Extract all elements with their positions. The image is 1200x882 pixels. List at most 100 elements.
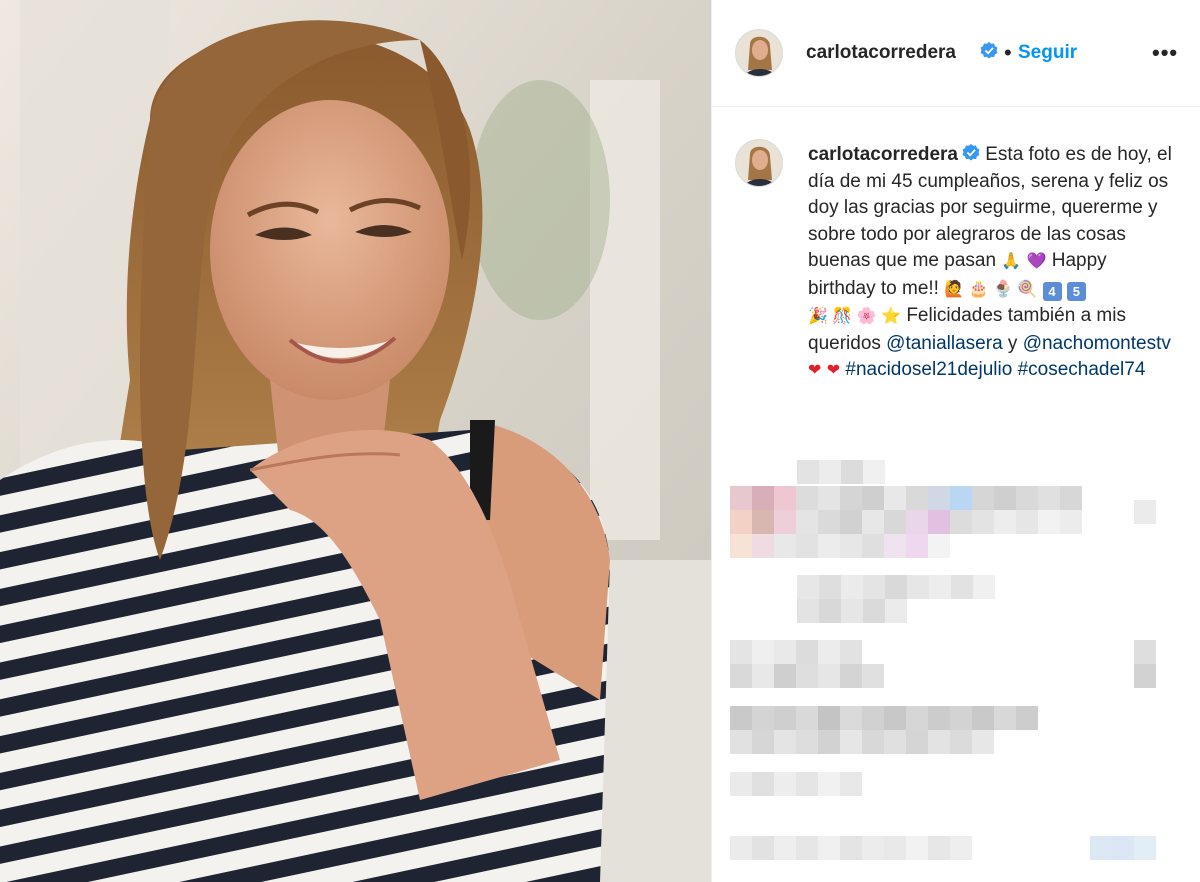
- hashtag-nacidosel21dejulio[interactable]: #nacidosel21dejulio: [845, 359, 1012, 380]
- pixel-block: [840, 706, 862, 730]
- post-photo[interactable]: [0, 0, 711, 882]
- post-header: carlotacorredera • Seguir •••: [712, 0, 1200, 107]
- pixel-block: [752, 640, 774, 664]
- pixel-block: [906, 836, 928, 860]
- pixel-block: [774, 664, 796, 688]
- pixel-block: [841, 460, 863, 484]
- pixel-block: [950, 486, 972, 510]
- pixel-block: [972, 706, 994, 730]
- pixel-block: [884, 836, 906, 860]
- pixel-block: [818, 664, 840, 688]
- pixel-block: [840, 486, 862, 510]
- pixel-block: [907, 575, 929, 599]
- pixel-block: [840, 664, 862, 688]
- mention-nachomontestv[interactable]: @nachomontestv: [1023, 333, 1171, 354]
- emoji-row: 🙋 🎂 🍨 🍭: [944, 280, 1038, 298]
- pixel-block: [972, 510, 994, 534]
- pixel-block: [774, 640, 796, 664]
- pixel-block: [796, 534, 818, 558]
- pixel-block: [862, 664, 884, 688]
- pixel-block: [796, 664, 818, 688]
- pixel-block: [752, 836, 774, 860]
- pixel-block: [862, 730, 884, 754]
- portrait-illustration: [0, 0, 711, 882]
- pixel-block: [884, 730, 906, 754]
- post-username[interactable]: carlotacorredera: [806, 42, 956, 64]
- pixel-block: [906, 534, 928, 558]
- follow-button[interactable]: Seguir: [1018, 42, 1077, 64]
- pixel-block: [797, 599, 819, 623]
- pixel-block: [752, 664, 774, 688]
- pixel-block: [840, 772, 862, 796]
- pixel-block: [950, 706, 972, 730]
- pixel-block: [973, 575, 995, 599]
- pixel-block: [885, 599, 907, 623]
- pixel-block: [774, 836, 796, 860]
- pixel-block: [1038, 510, 1060, 534]
- pixel-block: [1090, 836, 1112, 860]
- pixel-block: [862, 486, 884, 510]
- pixel-block: [928, 486, 950, 510]
- more-options-icon[interactable]: •••: [1152, 40, 1178, 66]
- pixel-block: [730, 640, 752, 664]
- pixel-block: [818, 486, 840, 510]
- caption-username[interactable]: carlotacorredera: [808, 144, 958, 165]
- mention-taniallasera[interactable]: @taniallasera: [886, 333, 1002, 354]
- pixel-block: [774, 486, 796, 510]
- header-avatar[interactable]: [735, 29, 783, 77]
- pixelated-comments: [712, 440, 1200, 882]
- pixel-block: [752, 510, 774, 534]
- pixel-block: [928, 510, 950, 534]
- pixel-block: [752, 706, 774, 730]
- pixel-block: [774, 730, 796, 754]
- pixel-block: [752, 486, 774, 510]
- pixel-block: [972, 730, 994, 754]
- pixel-block: [819, 460, 841, 484]
- pixel-block: [840, 730, 862, 754]
- pixel-block: [730, 836, 752, 860]
- pixel-block: [818, 640, 840, 664]
- caption-avatar[interactable]: [735, 139, 783, 187]
- pixel-block: [818, 510, 840, 534]
- pixel-block: [774, 772, 796, 796]
- pixel-block: [774, 510, 796, 534]
- pixel-block: [796, 510, 818, 534]
- pixel-block: [730, 772, 752, 796]
- pixel-block: [818, 772, 840, 796]
- keycap-4-emoji: 4: [1042, 281, 1062, 301]
- pixel-block: [730, 730, 752, 754]
- pixel-block: [752, 534, 774, 558]
- pixel-block: [906, 730, 928, 754]
- pixel-block: [818, 534, 840, 558]
- pixel-block: [950, 836, 972, 860]
- verified-badge-icon: [962, 144, 980, 161]
- pixel-block: [730, 706, 752, 730]
- avatar-image: [736, 30, 782, 76]
- pixel-block: [1112, 836, 1134, 860]
- pixel-block: [994, 510, 1016, 534]
- pixel-block: [884, 706, 906, 730]
- pixel-block: [840, 510, 862, 534]
- pixel-block: [1016, 510, 1038, 534]
- pixel-block: [818, 706, 840, 730]
- pixel-block: [840, 534, 862, 558]
- post-sidebar: carlotacorredera • Seguir ••• carlotacor…: [711, 0, 1200, 882]
- pray-emoji: 🙏: [1001, 253, 1022, 270]
- pixel-block: [928, 730, 950, 754]
- pixel-block: [906, 486, 928, 510]
- pixel-block: [774, 534, 796, 558]
- pixel-block: [840, 640, 862, 664]
- pixel-block: [929, 575, 951, 599]
- pixel-block: [950, 510, 972, 534]
- hashtag-cosechadel74[interactable]: #cosechadel74: [1018, 359, 1146, 380]
- pixel-block: [928, 534, 950, 558]
- pixel-block: [885, 575, 907, 599]
- pixel-block: [797, 460, 819, 484]
- pixel-block: [774, 706, 796, 730]
- keycap-5-emoji: 5: [1066, 281, 1086, 301]
- pixel-block: [862, 510, 884, 534]
- pixel-block: [730, 486, 752, 510]
- pixel-block: [796, 730, 818, 754]
- pixel-block: [796, 836, 818, 860]
- heart-emoji: ❤: [808, 362, 822, 379]
